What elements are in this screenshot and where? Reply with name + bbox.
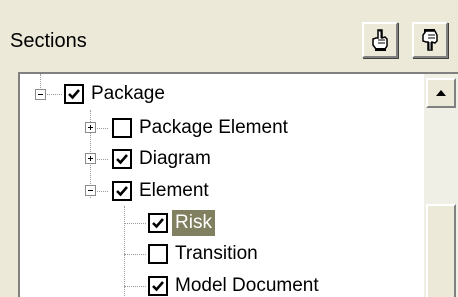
checkmark-icon (152, 218, 164, 229)
model-document-checkbox[interactable] (148, 276, 168, 296)
tree-item-risk[interactable]: Risk (148, 207, 215, 239)
tree-item-label: Element (139, 180, 209, 201)
collapse-element-toggle[interactable] (85, 185, 96, 196)
vertical-scrollbar[interactable] (424, 74, 458, 297)
collapse-package-toggle[interactable] (35, 89, 46, 100)
tree-item-label: Transition (175, 243, 258, 264)
package-checkbox[interactable] (64, 84, 84, 104)
scroll-up-button[interactable] (426, 78, 456, 108)
checkmark-icon (116, 154, 128, 165)
tree-item-diagram[interactable]: Diagram (112, 143, 214, 175)
checkmark-icon (68, 89, 80, 100)
risk-checkbox[interactable] (148, 213, 168, 233)
move-up-button[interactable] (362, 22, 398, 58)
tree-item-package-element[interactable]: Package Element (112, 112, 291, 144)
checkmark-icon (116, 186, 128, 197)
tree-item-model-document[interactable]: Model Document (148, 270, 322, 297)
scroll-thumb[interactable] (426, 204, 456, 297)
tree-item-label: Model Document (175, 275, 319, 296)
sections-tree[interactable]: Package Package Element Diagram Element … (18, 72, 458, 297)
panel-title: Sections (10, 30, 87, 52)
scroll-up-arrow-icon (436, 90, 446, 96)
move-down-button[interactable] (412, 22, 448, 58)
checkmark-icon (152, 281, 164, 292)
tree-item-element[interactable]: Element (112, 175, 212, 207)
tree-item-package[interactable]: Package (64, 78, 168, 110)
transition-checkbox[interactable] (148, 244, 168, 264)
expand-diagram-toggle[interactable] (85, 153, 96, 164)
tree-item-label: Diagram (139, 148, 211, 169)
tree-item-label: Package (91, 83, 165, 104)
tree-item-label: Risk (172, 210, 215, 236)
hand-pointer-down-icon (422, 29, 438, 51)
element-checkbox[interactable] (112, 181, 132, 201)
hand-pointer-up-icon (372, 29, 388, 51)
tree-item-label: Package Element (139, 117, 288, 138)
expand-package-element-toggle[interactable] (85, 122, 96, 133)
diagram-checkbox[interactable] (112, 149, 132, 169)
package-element-checkbox[interactable] (112, 118, 132, 138)
tree-item-transition[interactable]: Transition (148, 238, 261, 270)
